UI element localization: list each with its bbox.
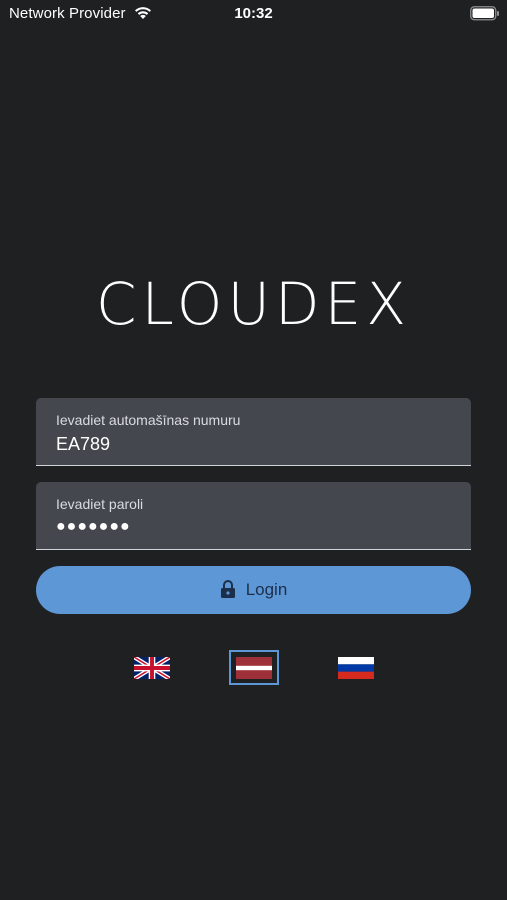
password-value[interactable]: ●●●●●●●	[56, 518, 131, 536]
car-number-label: Ievadiet automašīnas numuru	[56, 412, 241, 428]
battery-icon	[470, 6, 499, 21]
cloudex-logo: CLOUDEX	[96, 270, 411, 338]
latvian-flag-button[interactable]	[236, 657, 272, 679]
english-flag-button[interactable]	[134, 657, 170, 679]
lock-icon	[220, 580, 235, 598]
clock: 10:32	[234, 5, 273, 22]
russian-flag-button[interactable]	[338, 657, 374, 679]
login-button[interactable]: Login	[36, 566, 471, 614]
car-number-value[interactable]: EA789	[56, 434, 110, 455]
login-button-label: Login	[245, 580, 288, 599]
status-bar: Network Provider 10:32	[0, 0, 507, 28]
password-field[interactable]: Ievadiet paroli ●●●●●●●	[36, 482, 471, 550]
car-number-field[interactable]: Ievadiet automašīnas numuru EA789	[36, 398, 471, 466]
password-label: Ievadiet paroli	[56, 496, 144, 512]
